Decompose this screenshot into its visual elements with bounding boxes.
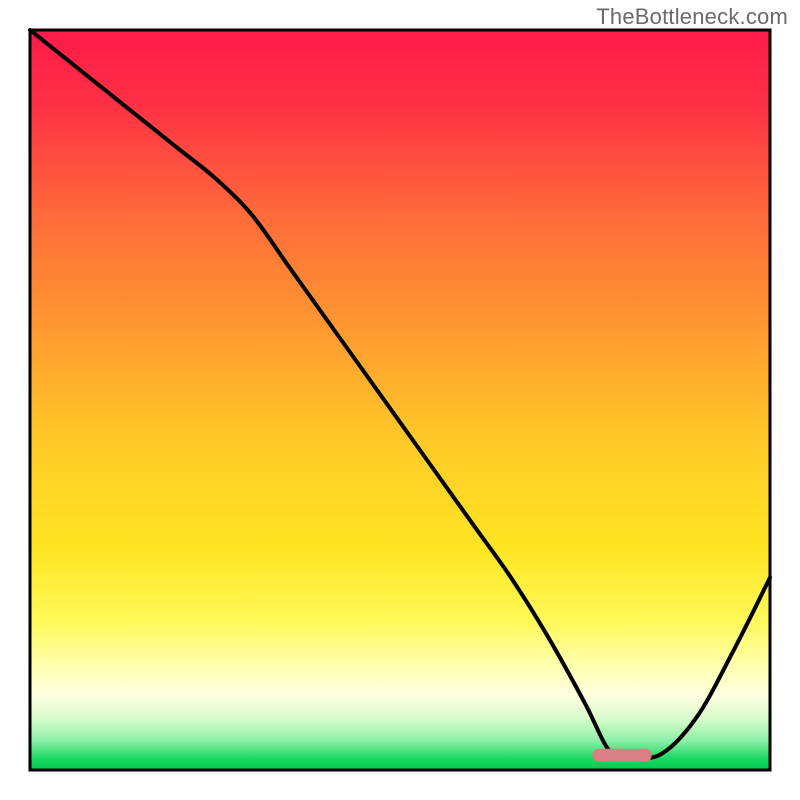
bottleneck-chart-svg [0,0,800,800]
watermark-text: TheBottleneck.com [596,4,788,30]
optimal-marker [592,749,651,762]
chart-container: TheBottleneck.com [0,0,800,800]
plot-background [30,30,770,770]
